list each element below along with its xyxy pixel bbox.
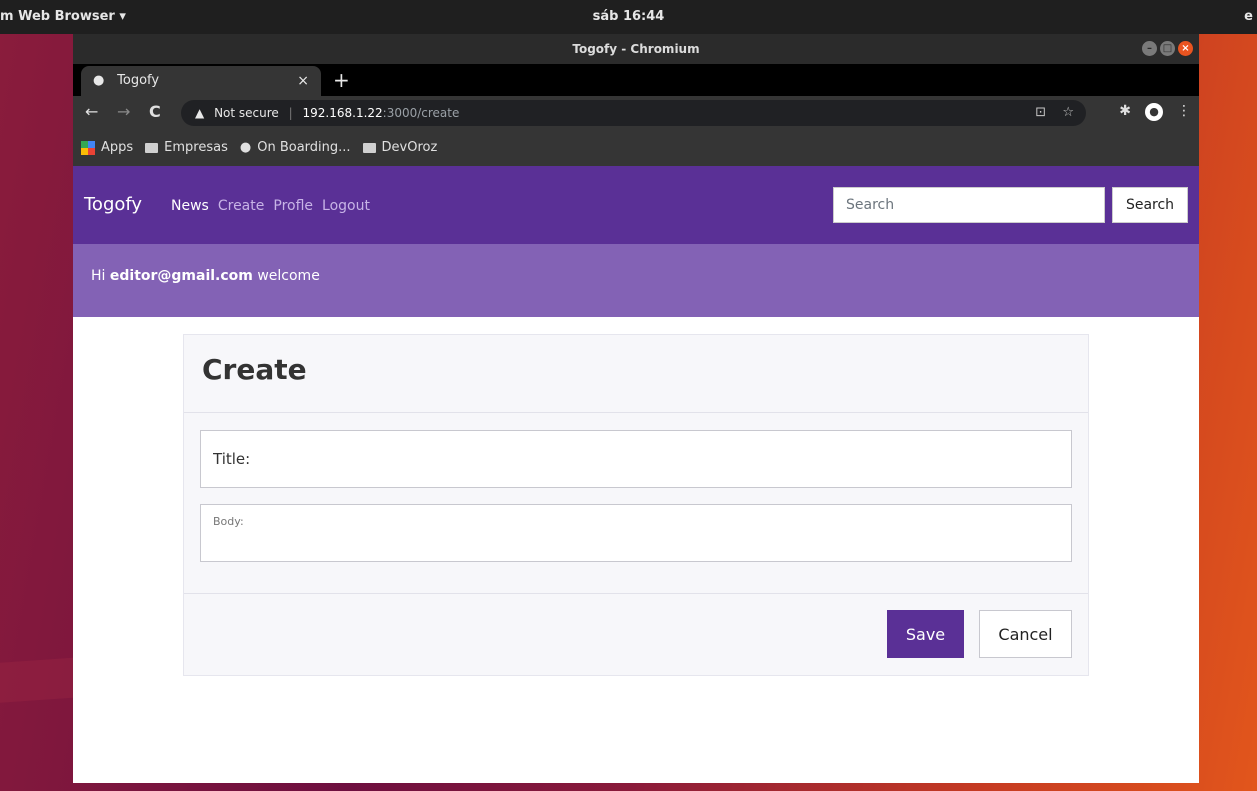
minimize-icon[interactable]: – bbox=[1142, 41, 1157, 56]
body-textarea[interactable] bbox=[200, 504, 1072, 562]
search-input[interactable] bbox=[833, 187, 1105, 223]
bookmark-apps[interactable]: Apps bbox=[81, 130, 133, 166]
apps-grid-icon bbox=[81, 141, 95, 155]
window-title: Togofy - Chromium bbox=[572, 42, 700, 56]
close-icon[interactable]: × bbox=[1178, 41, 1193, 56]
nav-link-news[interactable]: News bbox=[171, 198, 209, 214]
clock[interactable]: sáb 16:44 bbox=[0, 9, 1257, 24]
star-icon[interactable]: ☆ bbox=[1062, 105, 1074, 120]
security-label: Not secure bbox=[214, 106, 279, 120]
folder-icon bbox=[362, 143, 376, 153]
tab-close-icon[interactable]: × bbox=[297, 66, 309, 96]
url-path: :3000/create bbox=[382, 106, 460, 120]
forward-icon[interactable]: → bbox=[117, 102, 130, 122]
kebab-menu-icon[interactable]: ⋮ bbox=[1177, 103, 1191, 121]
tab-togofy[interactable]: ● Togofy × bbox=[81, 66, 321, 96]
profile-avatar-icon[interactable]: ● bbox=[1145, 103, 1163, 121]
bookmarks-bar: Apps Empresas ● On Boarding... DevOroz bbox=[73, 130, 1199, 166]
warning-icon: ▲ bbox=[195, 106, 205, 120]
address-bar[interactable]: ▲ Not secure | 192.168.1.22:3000/create … bbox=[181, 100, 1086, 126]
bookmark-empresas[interactable]: Empresas bbox=[145, 130, 228, 166]
reload-icon[interactable]: C bbox=[149, 102, 161, 122]
browser-window: Togofy - Chromium – □ × ● Togofy × + ← →… bbox=[73, 34, 1199, 783]
new-tab-button[interactable]: + bbox=[333, 67, 350, 93]
system-menu[interactable]: e bbox=[1244, 9, 1253, 24]
back-icon[interactable]: ← bbox=[85, 102, 98, 122]
page-content: Togofy News Create Profle Logout Search … bbox=[73, 166, 1199, 783]
extension-area: ✱ ● ⋮ bbox=[1119, 103, 1191, 121]
card-body bbox=[184, 413, 1088, 594]
search-button[interactable]: Search bbox=[1112, 187, 1188, 223]
welcome-prefix: Hi bbox=[91, 268, 106, 284]
brand-logo[interactable]: Togofy bbox=[84, 194, 142, 215]
tab-strip: ● Togofy × + bbox=[73, 64, 1199, 96]
cancel-button[interactable]: Cancel bbox=[979, 610, 1072, 658]
globe-icon: ● bbox=[239, 140, 252, 155]
wallpaper-shape bbox=[0, 657, 80, 703]
title-input[interactable] bbox=[200, 430, 1072, 488]
bookmark-onboarding[interactable]: ● On Boarding... bbox=[240, 130, 351, 166]
create-form-card: Create Save Cancel bbox=[183, 334, 1089, 676]
omnibox-actions: ⊡ ☆ bbox=[1035, 100, 1074, 126]
bookmark-devoroz[interactable]: DevOroz bbox=[362, 130, 437, 166]
window-titlebar[interactable]: Togofy - Chromium – □ × bbox=[73, 34, 1199, 64]
save-button[interactable]: Save bbox=[887, 610, 964, 658]
puzzle-icon[interactable]: ✱ bbox=[1119, 103, 1131, 121]
translate-icon[interactable]: ⊡ bbox=[1035, 105, 1046, 120]
welcome-suffix: welcome bbox=[257, 268, 320, 284]
folder-icon bbox=[145, 143, 159, 153]
page-title: Create bbox=[202, 353, 307, 386]
welcome-banner: Hi editor@gmail.com welcome bbox=[73, 244, 1199, 317]
nav-links: News Create Profle Logout bbox=[171, 198, 370, 214]
user-email: editor@gmail.com bbox=[109, 268, 253, 284]
browser-toolbar: ← → C ▲ Not secure | 192.168.1.22:3000/c… bbox=[73, 96, 1199, 130]
omnibox-separator: | bbox=[288, 106, 293, 120]
maximize-icon[interactable]: □ bbox=[1160, 41, 1175, 56]
url-host: 192.168.1.22 bbox=[302, 106, 383, 120]
nav-link-create[interactable]: Create bbox=[218, 198, 265, 214]
card-footer: Save Cancel bbox=[184, 594, 1088, 676]
app-navbar: Togofy News Create Profle Logout Search bbox=[73, 166, 1199, 244]
nav-link-logout[interactable]: Logout bbox=[322, 198, 370, 214]
nav-link-profile[interactable]: Profle bbox=[273, 198, 313, 214]
window-controls: – □ × bbox=[1142, 41, 1193, 56]
card-header: Create bbox=[184, 335, 1088, 413]
globe-icon: ● bbox=[93, 73, 105, 88]
desktop-top-bar: m Web Browser ▾ sáb 16:44 e bbox=[0, 0, 1257, 34]
tab-title: Togofy bbox=[117, 73, 160, 88]
